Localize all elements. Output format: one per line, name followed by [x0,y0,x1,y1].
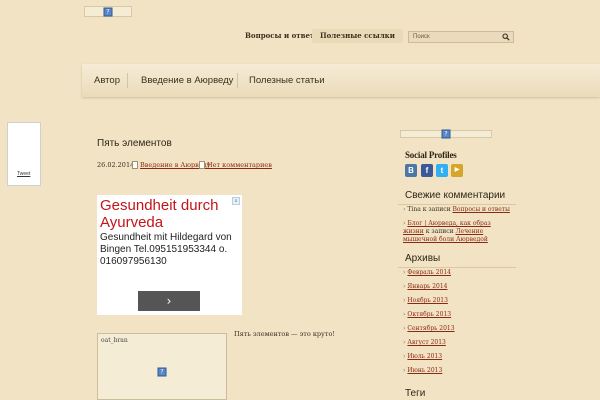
sidebar-divider [398,204,516,205]
recent-comments-title: Свежие комментарии [405,190,506,201]
ad-body: Gesundheit mit Hildegard von Bingen Tel.… [100,232,232,267]
archive-item[interactable]: › Январь 2014 [403,283,448,290]
archive-item[interactable]: › Август 2013 [403,339,446,346]
archive-item[interactable]: › Октябрь 2013 [403,311,451,318]
tweet-link[interactable]: Tweet [17,171,30,177]
sidebar-divider [398,267,516,268]
archive-item[interactable]: › Июнь 2013 [403,367,442,374]
category-icon [132,161,138,169]
bullet-arrow-icon: › [403,325,406,332]
post-date: 26.02.2014, [97,161,137,169]
tags-title: Теги [405,388,426,399]
tweet-widget: Tweet [7,122,41,186]
nav-item-useful-articles[interactable]: Полезные статьи [249,64,325,97]
archives-title: Архивы [405,253,441,264]
post-title[interactable]: Пять элементов [97,138,172,149]
ad-next-button[interactable]: › [138,291,200,311]
post-image-alt: oat_bran [101,337,128,344]
broken-image-icon: ? [441,129,451,139]
facebook-icon[interactable]: f [421,164,433,177]
post-image: oat_bran ? [97,333,227,400]
post-intro-text: Пять элементов — это круто! [234,330,336,338]
social-profiles-title: Social Profiles [405,150,457,160]
nav-item-intro-ayurveda[interactable]: Введение в Аюрведу [141,64,233,97]
twitter-icon[interactable]: t [436,164,448,177]
search-placeholder: Поиск [413,34,430,40]
bullet-arrow-icon: › [403,269,406,276]
youtube-icon[interactable]: ▶ [451,164,463,177]
bullet-arrow-icon: › [403,297,406,304]
nav-divider [237,73,238,88]
main-nav: Автор Введение в Аюрведу Полезные статьи [82,64,600,97]
search-icon[interactable] [502,33,510,41]
nav-item-author[interactable]: Автор [94,64,120,97]
recent-comment-item: › Tina к записи Вопросы и ответы [403,206,510,213]
post-comments-link[interactable]: Нет комментариев [207,161,272,169]
archive-item[interactable]: › Февраль 2014 [403,269,451,276]
ad-title[interactable]: Gesundheit durch Ayurveda [100,197,242,231]
comment-post-link[interactable]: Вопросы и ответы [453,206,510,213]
search-input[interactable]: Поиск [408,31,514,43]
comments-icon [199,161,205,169]
bullet-arrow-icon: › [403,283,406,290]
bullet-arrow-icon: › [403,367,406,374]
broken-image-icon: ? [103,7,113,16]
ad-banner[interactable]: x Gesundheit durch Ayurveda Gesundheit m… [97,195,242,315]
bullet-arrow-icon: › [403,311,406,318]
nav-divider [127,73,128,88]
vk-icon[interactable]: В [405,164,417,177]
archive-item[interactable]: › Июль 2013 [403,353,442,360]
bullet-arrow-icon: › [403,339,406,346]
header-broken-image: ? [84,6,132,17]
broken-image-icon: ? [157,367,167,377]
bullet-arrow-icon: › [403,353,406,360]
recent-comment-item: › Блог | Аюрведа, как образ жизни к запис… [403,220,491,243]
sidebar-broken-image: ? [400,129,492,139]
bullet-arrow-icon: › [403,206,406,213]
bullet-arrow-icon: › [403,220,406,227]
top-link-useful-links[interactable]: Полезные ссылки [312,29,403,43]
archive-item[interactable]: › Сентябрь 2013 [403,325,455,332]
archive-item[interactable]: › Ноябрь 2013 [403,297,448,304]
